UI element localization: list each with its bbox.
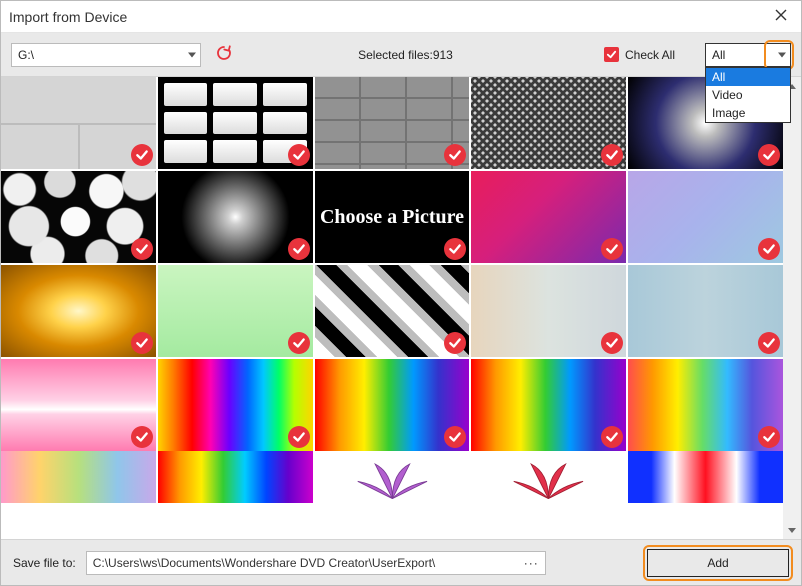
selected-files-label: Selected files:913 bbox=[358, 48, 453, 62]
toolbar: G:\ Selected files:913 Check All All All bbox=[1, 33, 801, 77]
thumbnail-item[interactable] bbox=[471, 451, 626, 503]
window-title: Import from Device bbox=[9, 9, 769, 25]
selected-check-icon bbox=[131, 426, 153, 448]
save-file-to-label: Save file to: bbox=[13, 556, 76, 570]
chevron-down-icon bbox=[188, 52, 196, 57]
drive-select-value: G:\ bbox=[18, 48, 34, 62]
chevron-down-icon bbox=[788, 528, 796, 533]
thumbnail-item[interactable] bbox=[158, 171, 313, 263]
thumbnail-item[interactable] bbox=[1, 77, 156, 169]
selected-check-icon bbox=[758, 426, 780, 448]
add-button[interactable]: Add bbox=[647, 549, 789, 577]
thumbnail-item[interactable] bbox=[471, 265, 626, 357]
thumbnail-item[interactable] bbox=[158, 451, 313, 503]
selected-check-icon bbox=[758, 238, 780, 260]
check-all-label: Check All bbox=[625, 48, 675, 62]
thumbnail-item[interactable] bbox=[628, 265, 783, 357]
thumbnail-item[interactable] bbox=[628, 359, 783, 451]
filter-option-all[interactable]: All bbox=[706, 68, 790, 86]
selected-check-icon bbox=[758, 332, 780, 354]
thumbnail-grid-row-partial bbox=[1, 451, 783, 503]
thumbnail-grid-wrap: Choose a Picture bbox=[1, 77, 783, 539]
check-all[interactable]: Check All bbox=[604, 47, 675, 62]
thumbnail-item[interactable] bbox=[471, 77, 626, 169]
thumbnail-item[interactable] bbox=[315, 451, 470, 503]
filter-select-value: All bbox=[712, 48, 725, 62]
checkbox-checked-icon bbox=[604, 47, 619, 62]
filter-option-video[interactable]: Video bbox=[706, 86, 790, 104]
selected-check-icon bbox=[758, 144, 780, 166]
thumbnail-item[interactable] bbox=[628, 171, 783, 263]
import-from-device-window: Import from Device G:\ Selected files:91… bbox=[0, 0, 802, 586]
thumbnail-item[interactable]: Choose a Picture bbox=[315, 171, 470, 263]
flower-icon bbox=[315, 451, 470, 503]
selected-check-icon bbox=[288, 426, 310, 448]
filter-wrap: All All Video Image bbox=[705, 43, 791, 67]
titlebar: Import from Device bbox=[1, 1, 801, 33]
save-path-value: C:\Users\ws\Documents\Wondershare DVD Cr… bbox=[93, 556, 518, 570]
thumbnail-item[interactable] bbox=[1, 265, 156, 357]
thumbnail-item[interactable] bbox=[158, 359, 313, 451]
selected-check-icon bbox=[131, 238, 153, 260]
selected-check-icon bbox=[131, 144, 153, 166]
chevron-down-icon bbox=[778, 52, 786, 57]
add-button-label: Add bbox=[707, 556, 728, 570]
scroll-down-button[interactable] bbox=[783, 521, 801, 539]
filter-option-image[interactable]: Image bbox=[706, 104, 790, 122]
thumbnail-item[interactable] bbox=[471, 171, 626, 263]
filter-select[interactable]: All bbox=[705, 43, 791, 67]
selected-check-icon bbox=[131, 332, 153, 354]
selected-check-icon bbox=[288, 144, 310, 166]
content-area: Choose a Picture bbox=[1, 77, 801, 539]
thumbnail-item[interactable] bbox=[1, 359, 156, 451]
save-path-input[interactable]: C:\Users\ws\Documents\Wondershare DVD Cr… bbox=[86, 551, 546, 575]
filter-dropdown: All Video Image bbox=[705, 67, 791, 123]
thumbnail-item[interactable] bbox=[315, 77, 470, 169]
flower-icon bbox=[471, 451, 626, 503]
vertical-scrollbar[interactable] bbox=[783, 77, 801, 539]
selected-check-icon bbox=[288, 332, 310, 354]
thumbnail-grid: Choose a Picture bbox=[1, 77, 783, 451]
thumbnail-item[interactable] bbox=[315, 265, 470, 357]
thumbnail-item[interactable] bbox=[1, 451, 156, 503]
thumbnail-item[interactable] bbox=[628, 451, 783, 503]
bottom-bar: Save file to: C:\Users\ws\Documents\Wond… bbox=[1, 539, 801, 585]
thumbnail-item[interactable] bbox=[1, 171, 156, 263]
thumbnail-item[interactable] bbox=[158, 77, 313, 169]
selected-check-icon bbox=[288, 238, 310, 260]
close-icon bbox=[775, 9, 787, 24]
refresh-icon bbox=[215, 44, 233, 65]
refresh-button[interactable] bbox=[211, 42, 237, 68]
thumbnail-item[interactable] bbox=[471, 359, 626, 451]
thumbnail-item[interactable] bbox=[315, 359, 470, 451]
browse-button[interactable]: ··· bbox=[524, 556, 539, 570]
scroll-track[interactable] bbox=[783, 95, 801, 521]
drive-select[interactable]: G:\ bbox=[11, 43, 201, 67]
close-button[interactable] bbox=[769, 5, 793, 29]
thumbnail-item[interactable] bbox=[158, 265, 313, 357]
